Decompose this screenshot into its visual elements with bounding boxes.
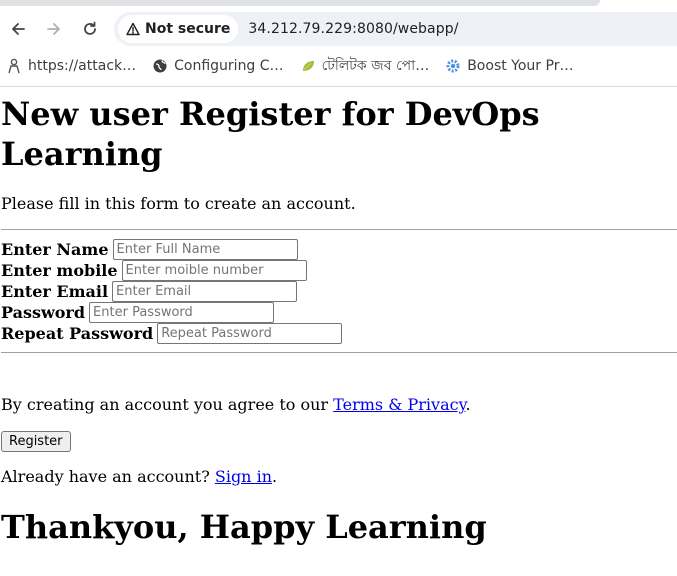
reload-icon xyxy=(84,21,96,35)
mobile-input[interactable] xyxy=(121,260,307,281)
arrow-right-icon xyxy=(47,23,60,35)
signin-link[interactable]: Sign in xyxy=(215,467,272,486)
back-button[interactable] xyxy=(0,11,36,47)
browser-toolbar: Not secure 34.212.79.229:8080/webapp/ xyxy=(0,10,677,48)
terms-link[interactable]: Terms & Privacy xyxy=(333,395,465,414)
terms-text: By creating an account you agree to our xyxy=(1,395,334,414)
password-row: Password xyxy=(1,302,677,323)
repeat-password-label: Repeat Password xyxy=(1,324,154,343)
divider xyxy=(1,229,677,230)
email-label: Enter Email xyxy=(1,282,109,301)
repeat-password-row: Repeat Password xyxy=(1,323,677,344)
address-bar[interactable]: Not secure 34.212.79.229:8080/webapp/ xyxy=(114,12,677,46)
bookmark-label: https://attack… xyxy=(28,58,137,74)
bookmark-configuring[interactable]: Configuring C… xyxy=(152,58,284,74)
email-input[interactable] xyxy=(112,281,298,302)
bookmark-teletalk[interactable]: টেলিটক জব পো… xyxy=(300,54,430,78)
bookmark-label: Configuring C… xyxy=(174,58,284,74)
divider xyxy=(1,352,677,353)
signin-text: Already have an account? xyxy=(1,467,215,486)
bookmark-label: Boost Your Pr… xyxy=(467,58,574,74)
footer-heading: Thankyou, Happy Learning xyxy=(1,508,487,546)
password-label: Password xyxy=(1,303,86,322)
gear-icon xyxy=(446,59,460,73)
registration-form: Enter Name Enter mobile Enter Email Pass… xyxy=(1,239,677,344)
email-row: Enter Email xyxy=(1,281,677,302)
form-intro: Please fill in this form to create an ac… xyxy=(1,194,356,213)
name-label: Enter Name xyxy=(1,240,109,259)
bookmarks-bar: https://attack… Configuring C… টেলিটক জব… xyxy=(0,52,677,80)
signin-end: . xyxy=(272,467,278,486)
security-indicator[interactable]: Not secure xyxy=(118,15,239,43)
register-button[interactable]: Register xyxy=(1,431,71,452)
name-input[interactable] xyxy=(112,239,298,260)
globe-icon xyxy=(153,59,167,73)
bookmark-label: টেলিটক জব পো… xyxy=(321,58,430,74)
page-title: New user Register for DevOps Learning xyxy=(1,95,540,173)
name-row: Enter Name xyxy=(1,239,677,260)
terms-notice: By creating an account you agree to our … xyxy=(1,395,677,415)
repeat-password-input[interactable] xyxy=(157,323,343,344)
bookmark-boost[interactable]: Boost Your Pr… xyxy=(445,58,573,74)
mobile-label: Enter mobile xyxy=(1,261,118,280)
reload-button[interactable] xyxy=(72,11,108,47)
password-input[interactable] xyxy=(89,302,275,323)
tab-strip xyxy=(0,0,600,6)
mobile-row: Enter mobile xyxy=(1,260,677,281)
leaf-icon xyxy=(302,61,314,71)
url-text[interactable]: 34.212.79.229:8080/webapp/ xyxy=(248,21,458,37)
terms-end: . xyxy=(465,395,471,414)
security-label: Not secure xyxy=(145,21,231,37)
bookmark-attack[interactable]: https://attack… xyxy=(6,58,136,74)
forward-button[interactable] xyxy=(36,11,72,47)
signin-notice: Already have an account? Sign in. xyxy=(1,467,677,487)
page-content: New user Register for DevOps Learning Pl… xyxy=(0,94,677,547)
person-icon xyxy=(8,58,20,74)
arrow-left-icon xyxy=(12,23,25,35)
warning-icon xyxy=(126,22,140,36)
browser-chrome: Not secure 34.212.79.229:8080/webapp/ ht… xyxy=(0,0,677,87)
